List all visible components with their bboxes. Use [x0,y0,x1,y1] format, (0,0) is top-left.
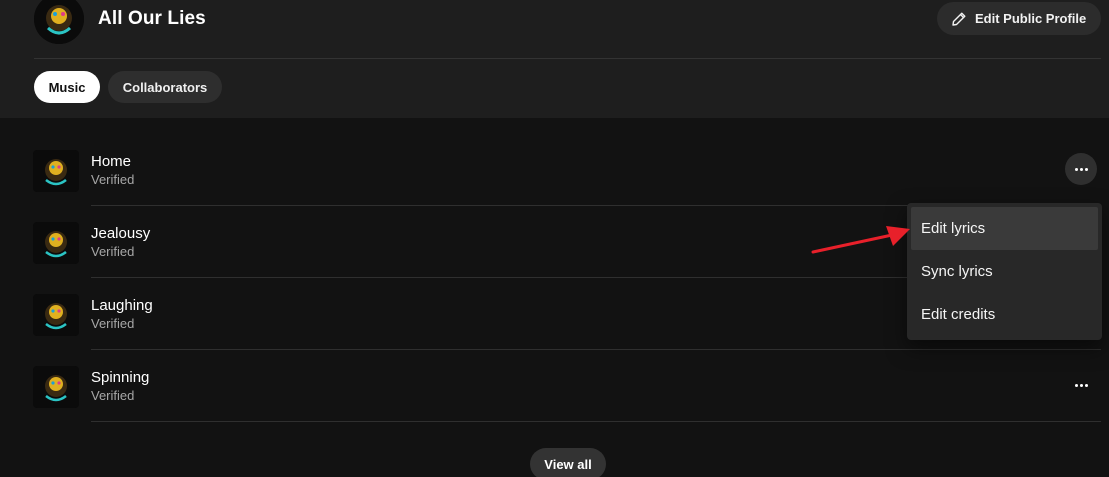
track-row[interactable]: Home Verified [0,134,1109,206]
track-title: Spinning [91,369,150,386]
track-title: Laughing [91,297,153,314]
annotation-arrow-icon [811,226,910,254]
artist-music-page: All Our Lies Edit Public Profile Music C… [0,0,1109,477]
artist-avatar[interactable] [34,0,84,44]
more-horizontal-icon [1074,383,1088,387]
menu-item-edit-lyrics[interactable]: Edit lyrics [911,207,1098,250]
track-row[interactable]: Spinning Verified [0,350,1109,422]
edit-public-profile-button[interactable]: Edit Public Profile [937,2,1101,35]
menu-item-edit-credits[interactable]: Edit credits [911,293,1098,336]
view-all-button[interactable]: View all [530,448,606,477]
edit-public-profile-label: Edit Public Profile [975,11,1087,26]
track-status: Verified [91,244,135,259]
artist-name: All Our Lies [98,8,206,29]
track-status: Verified [91,388,135,403]
artist-header: All Our Lies Edit Public Profile Music C… [0,0,1109,118]
divider [91,421,1101,422]
tab-collaborators[interactable]: Collaborators [108,71,222,103]
track-cover-art [33,222,79,264]
track-status: Verified [91,172,135,187]
track-title: Jealousy [91,225,151,242]
divider [34,58,1101,59]
track-cover-art [33,366,79,408]
track-context-menu: Edit lyrics Sync lyrics Edit credits [907,203,1102,340]
menu-item-sync-lyrics[interactable]: Sync lyrics [911,250,1098,293]
track-cover-art [33,150,79,192]
more-horizontal-icon [1074,167,1088,171]
more-options-button[interactable] [1065,153,1097,185]
track-status: Verified [91,316,135,331]
more-options-button[interactable] [1065,369,1097,401]
track-cover-art [33,294,79,336]
track-title: Home [91,153,132,170]
pencil-icon [952,12,966,26]
tab-music[interactable]: Music [34,71,100,103]
